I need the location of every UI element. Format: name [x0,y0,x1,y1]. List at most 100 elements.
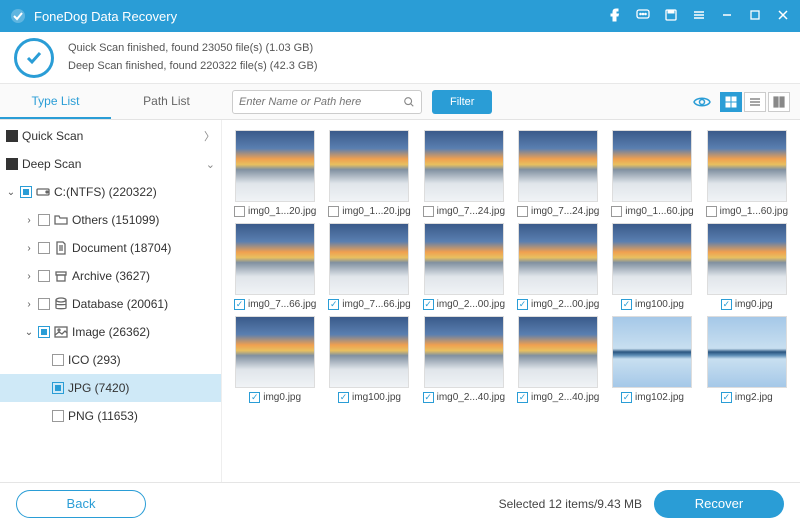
thumbnail-item[interactable]: img0_1...20.jpg [230,130,320,217]
checkbox-icon[interactable] [38,242,50,254]
checkbox-icon[interactable] [721,392,732,403]
checkbox-icon[interactable] [6,158,18,170]
checkbox-icon[interactable] [38,214,50,226]
facebook-icon[interactable] [608,8,622,25]
thumbnail-image[interactable] [518,316,598,388]
tree-jpg[interactable]: JPG (7420) [0,374,221,402]
thumbnail-item[interactable]: img0_7...66.jpg [230,223,320,310]
tab-path-list[interactable]: Path List [111,85,222,119]
tree-document[interactable]: › Document (18704) [0,234,221,262]
checkbox-icon[interactable] [328,299,339,310]
thumbnail-image[interactable] [235,223,315,295]
thumbnail-item[interactable]: img0_2...40.jpg [513,316,603,403]
save-icon[interactable] [664,8,678,25]
thumbnail-image[interactable] [329,316,409,388]
checkbox-icon[interactable] [6,130,18,142]
thumbnail-item[interactable]: img0_1...60.jpg [607,130,697,217]
checkbox-icon[interactable] [249,392,260,403]
tree-drive[interactable]: ⌄ C:(NTFS) (220322) [0,178,221,206]
checkbox-icon[interactable] [234,206,245,217]
thumbnail-item[interactable]: img2.jpg [702,316,792,403]
thumbnail-image[interactable] [518,223,598,295]
feedback-icon[interactable] [636,8,650,25]
checkbox-icon[interactable] [234,299,245,310]
checkbox-icon[interactable] [338,392,349,403]
checkbox-icon[interactable] [38,326,50,338]
thumbnail-item[interactable]: img0_2...00.jpg [513,223,603,310]
thumbnail-image[interactable] [235,130,315,202]
view-grid-button[interactable] [720,92,742,112]
checkbox-icon[interactable] [706,206,717,217]
checkbox-icon[interactable] [621,392,632,403]
close-icon[interactable] [776,8,790,25]
tree-quick-scan[interactable]: Quick Scan 〉 [0,122,221,150]
checkbox-icon[interactable] [423,392,434,403]
tree-image[interactable]: ⌄ Image (26362) [0,318,221,346]
chevron-right-icon[interactable]: › [24,299,34,310]
thumbnail-item[interactable]: img100.jpg [607,223,697,310]
checkbox-icon[interactable] [52,410,64,422]
thumbnail-item[interactable]: img0_2...40.jpg [419,316,509,403]
search-input[interactable] [239,96,403,108]
checkbox-icon[interactable] [517,392,528,403]
thumbnail-item[interactable]: img0_2...00.jpg [419,223,509,310]
thumbnail-image[interactable] [707,316,787,388]
thumbnail-image[interactable] [612,130,692,202]
checkbox-icon[interactable] [611,206,622,217]
tab-type-list[interactable]: Type List [0,85,111,119]
thumbnail-item[interactable]: img0.jpg [702,223,792,310]
checkbox-icon[interactable] [517,299,528,310]
view-list-button[interactable] [744,92,766,112]
checkbox-icon[interactable] [423,206,434,217]
checkbox-icon[interactable] [38,298,50,310]
view-detail-button[interactable] [768,92,790,112]
thumbnail-item[interactable]: img100.jpg [324,316,414,403]
checkbox-icon[interactable] [423,299,434,310]
preview-toggle[interactable] [690,92,714,112]
recover-button[interactable]: Recover [654,490,784,518]
checkbox-icon[interactable] [52,354,64,366]
thumbnail-image[interactable] [424,316,504,388]
thumbnail-image[interactable] [612,316,692,388]
thumbnail-image[interactable] [329,223,409,295]
back-button[interactable]: Back [16,490,146,518]
chevron-down-icon[interactable]: ⌄ [6,187,16,198]
thumbnail-image[interactable] [235,316,315,388]
thumbnail-image[interactable] [707,223,787,295]
thumbnail-item[interactable]: img0_7...66.jpg [324,223,414,310]
minimize-icon[interactable] [720,8,734,25]
checkbox-icon[interactable] [20,186,32,198]
filter-button[interactable]: Filter [432,90,492,114]
chevron-right-icon[interactable]: › [24,243,34,254]
thumbnail-image[interactable] [707,130,787,202]
thumbnail-item[interactable]: img0_7...24.jpg [419,130,509,217]
thumbnail-image[interactable] [424,130,504,202]
thumbnail-image[interactable] [329,130,409,202]
checkbox-icon[interactable] [38,270,50,282]
tree-others[interactable]: › Others (151099) [0,206,221,234]
chevron-down-icon[interactable]: ⌄ [24,327,34,338]
search-box[interactable] [232,90,422,114]
thumbnail-item[interactable]: img0.jpg [230,316,320,403]
thumbnail-item[interactable]: img0_1...60.jpg [702,130,792,217]
menu-icon[interactable] [692,8,706,25]
tree-deep-scan[interactable]: Deep Scan ⌄ [0,150,221,178]
checkbox-icon[interactable] [721,299,732,310]
tree-ico[interactable]: ICO (293) [0,346,221,374]
thumbnail-image[interactable] [612,223,692,295]
checkbox-icon[interactable] [621,299,632,310]
maximize-icon[interactable] [748,8,762,25]
tree-archive[interactable]: › Archive (3627) [0,262,221,290]
thumbnail-item[interactable]: img0_7...24.jpg [513,130,603,217]
tree-database[interactable]: › Database (20061) [0,290,221,318]
checkbox-icon[interactable] [517,206,528,217]
checkbox-icon[interactable] [52,382,64,394]
checkbox-icon[interactable] [328,206,339,217]
chevron-right-icon[interactable]: › [24,215,34,226]
thumbnail-item[interactable]: img0_1...20.jpg [324,130,414,217]
thumbnail-image[interactable] [518,130,598,202]
thumbnail-image[interactable] [424,223,504,295]
tree-png[interactable]: PNG (11653) [0,402,221,430]
thumbnail-item[interactable]: img102.jpg [607,316,697,403]
chevron-right-icon[interactable]: › [24,271,34,282]
